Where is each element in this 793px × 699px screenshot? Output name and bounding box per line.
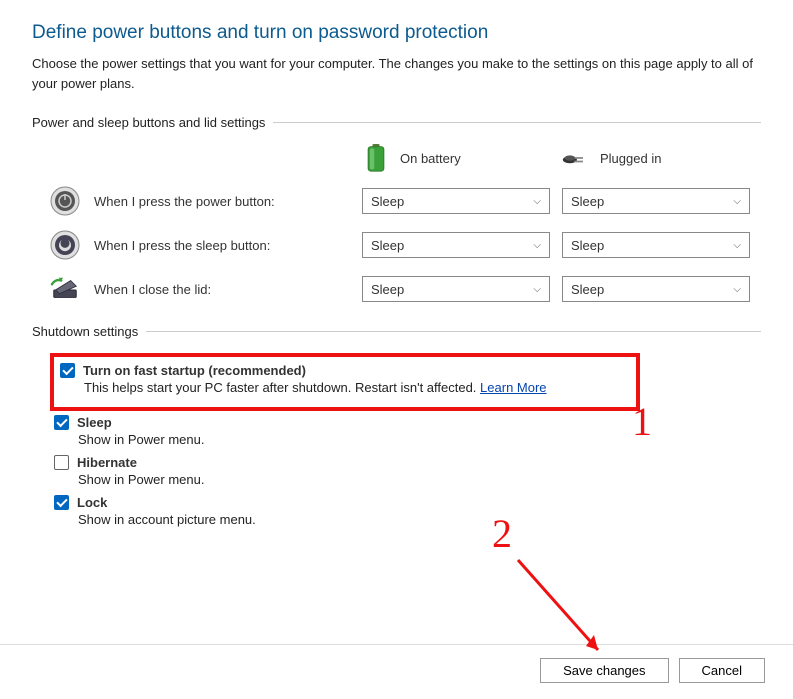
dropdown-value: Sleep: [571, 194, 604, 209]
column-header-battery: On battery: [362, 144, 550, 172]
lock-sub: Show in account picture menu.: [78, 512, 759, 527]
battery-icon: [362, 144, 390, 172]
chevron-down-icon: ⌵: [533, 196, 541, 207]
row-sleep-button-label: When I press the sleep button:: [94, 238, 270, 253]
column-header-plugged-label: Plugged in: [600, 151, 661, 166]
hibernate-sub: Show in Power menu.: [78, 472, 759, 487]
sleep-button-plugged-dropdown[interactable]: Sleep ⌵: [562, 232, 750, 258]
chevron-down-icon: ⌵: [733, 196, 741, 207]
section-header-label: Shutdown settings: [32, 324, 138, 339]
section-header-power-sleep: Power and sleep buttons and lid settings: [32, 115, 761, 130]
lid-battery-dropdown[interactable]: Sleep ⌵: [362, 276, 550, 302]
shutdown-settings-list: Turn on fast startup (recommended) This …: [50, 353, 761, 527]
bottom-divider: [0, 644, 793, 645]
row-sleep-button: When I press the sleep button:: [50, 230, 350, 260]
page-title: Define power buttons and turn on passwor…: [32, 22, 761, 44]
row-lid: When I close the lid:: [50, 274, 350, 304]
dropdown-value: Sleep: [371, 238, 404, 253]
power-button-icon: [50, 186, 80, 216]
chevron-down-icon: ⌵: [733, 284, 741, 295]
annotation-highlight-box: Turn on fast startup (recommended) This …: [50, 353, 640, 411]
column-header-plugged: Plugged in: [562, 144, 750, 172]
sleep-button-icon: [50, 230, 80, 260]
chevron-down-icon: ⌵: [733, 240, 741, 251]
hibernate-checkbox[interactable]: [54, 455, 69, 470]
hibernate-row: Hibernate Show in Power menu.: [50, 451, 761, 487]
lock-row: Lock Show in account picture menu.: [50, 491, 761, 527]
plug-icon: [562, 144, 590, 172]
chevron-down-icon: ⌵: [533, 284, 541, 295]
dropdown-value: Sleep: [371, 194, 404, 209]
row-power-button: When I press the power button:: [50, 186, 350, 216]
cancel-button[interactable]: Cancel: [679, 658, 765, 683]
sleep-checkbox[interactable]: [54, 415, 69, 430]
dropdown-value: Sleep: [371, 282, 404, 297]
chevron-down-icon: ⌵: [533, 240, 541, 251]
learn-more-link[interactable]: Learn More: [480, 380, 546, 395]
annotation-arrow: [508, 550, 628, 670]
dropdown-value: Sleep: [571, 238, 604, 253]
lock-checkbox[interactable]: [54, 495, 69, 510]
power-button-plugged-dropdown[interactable]: Sleep ⌵: [562, 188, 750, 214]
row-power-button-label: When I press the power button:: [94, 194, 275, 209]
hibernate-label: Hibernate: [77, 455, 137, 470]
sleep-sub: Show in Power menu.: [78, 432, 759, 447]
fast-startup-sub: This helps start your PC faster after sh…: [84, 380, 476, 395]
row-lid-label: When I close the lid:: [94, 282, 211, 297]
lock-label: Lock: [77, 495, 107, 510]
lid-close-icon: [50, 274, 80, 304]
fast-startup-row: Turn on fast startup (recommended) This …: [56, 359, 630, 395]
divider: [146, 331, 761, 332]
section-header-shutdown: Shutdown settings: [32, 324, 761, 339]
power-button-battery-dropdown[interactable]: Sleep ⌵: [362, 188, 550, 214]
save-changes-button[interactable]: Save changes: [540, 658, 668, 683]
sleep-row: Sleep Show in Power menu.: [50, 411, 761, 447]
column-header-battery-label: On battery: [400, 151, 461, 166]
page-description: Choose the power settings that you want …: [32, 54, 761, 93]
divider: [273, 122, 761, 123]
sleep-button-battery-dropdown[interactable]: Sleep ⌵: [362, 232, 550, 258]
power-settings-grid: On battery Plugged in When I press the p…: [50, 144, 761, 304]
fast-startup-checkbox[interactable]: [60, 363, 75, 378]
section-header-label: Power and sleep buttons and lid settings: [32, 115, 265, 130]
sleep-label: Sleep: [77, 415, 112, 430]
lid-plugged-dropdown[interactable]: Sleep ⌵: [562, 276, 750, 302]
dropdown-value: Sleep: [571, 282, 604, 297]
fast-startup-label: Turn on fast startup (recommended): [83, 363, 306, 378]
button-bar: Save changes Cancel: [540, 658, 765, 683]
